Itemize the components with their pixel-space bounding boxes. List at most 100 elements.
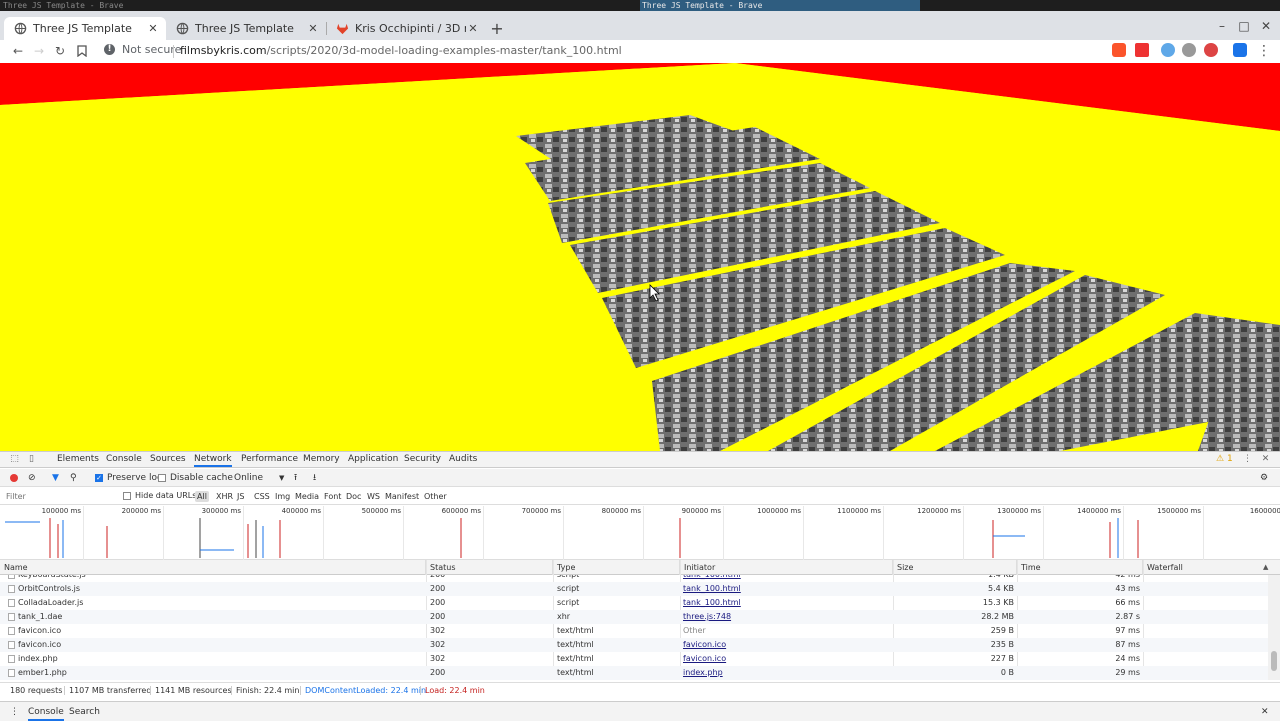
cell-initiator[interactable]: favicon.ico (683, 638, 888, 652)
security-indicator[interactable]: ! Not secure (104, 43, 181, 56)
table-scrollbar[interactable] (1268, 575, 1280, 680)
filter-type-other[interactable]: Other (422, 491, 449, 502)
cell-initiator[interactable]: tank_100.html (683, 582, 888, 596)
extension-icon[interactable] (1161, 43, 1175, 57)
hide-data-urls-checkbox[interactable]: Hide data URLs (123, 490, 196, 502)
cell-initiator[interactable]: tank_100.html (683, 596, 888, 610)
filter-type-font[interactable]: Font (322, 491, 343, 502)
filter-type-css[interactable]: CSS (252, 491, 272, 502)
column-name[interactable]: Name (0, 560, 426, 575)
throttle-select[interactable]: Online ▼ (234, 472, 284, 484)
devtools-tab-security[interactable]: Security (404, 452, 441, 467)
filter-type-js[interactable]: JS (235, 491, 246, 502)
network-request-row[interactable]: OrbitControls.js 200 script tank_100.html 5.… (0, 582, 1268, 596)
close-drawer-icon[interactable]: ✕ (1261, 705, 1269, 719)
filter-type-ws[interactable]: WS (365, 491, 382, 502)
sort-arrow-icon[interactable]: ▲ (1263, 560, 1268, 575)
filter-icon[interactable]: ▼ (52, 472, 59, 484)
close-tab-icon[interactable]: ✕ (146, 22, 160, 35)
column-type[interactable]: Type (553, 560, 680, 575)
network-overview[interactable]: 100000 ms 200000 ms 300000 ms 400000 ms 5000… (0, 506, 1280, 560)
column-status[interactable]: Status (426, 560, 553, 575)
cell-type: text/html (557, 668, 594, 677)
devtools-tab-memory[interactable]: Memory (303, 452, 340, 467)
brave-shields-icon[interactable] (1112, 43, 1126, 57)
clear-icon[interactable]: ⊘ (28, 472, 36, 484)
cell-type: text/html (557, 654, 594, 663)
devtools-tab-console[interactable]: Console (106, 452, 142, 467)
url-field[interactable]: filmsbykris.com/scripts/2020/3d-model-lo… (180, 43, 622, 59)
drawer-tab-search[interactable]: Search (69, 705, 100, 719)
filter-type-all[interactable]: All (195, 491, 209, 502)
preserve-log-checkbox[interactable]: ✓ Preserve log (95, 472, 163, 484)
network-request-row[interactable]: KeyboardState.js 200 script tank_100.html 1.… (0, 575, 1268, 582)
filter-type-doc[interactable]: Doc (344, 491, 363, 502)
extension-icon[interactable] (1204, 43, 1218, 57)
cell-type: script (557, 575, 677, 582)
warning-count-value: 1 (1226, 454, 1233, 464)
new-tab-button[interactable]: + (489, 19, 505, 38)
close-window-icon[interactable]: ✕ (1256, 19, 1276, 33)
brave-rewards-icon[interactable] (1135, 43, 1149, 57)
cell-name: favicon.ico (18, 626, 62, 635)
back-arrow-icon[interactable]: ← (10, 43, 26, 59)
cell-initiator[interactable]: tank_100.html (683, 575, 888, 582)
maximize-icon[interactable]: □ (1234, 19, 1254, 33)
network-request-row[interactable]: ColladaLoader.js 200 script tank_100.html 15… (0, 596, 1268, 610)
browser-tab-3[interactable]: Kris Occhipinti / 3D model lo ✕ (326, 17, 486, 40)
extension-icon[interactable] (1182, 43, 1196, 57)
devtools-menu-icon[interactable]: ⋮ (1242, 454, 1253, 465)
cell-status: 200 (430, 668, 446, 677)
record-icon[interactable] (10, 474, 18, 482)
cell-initiator[interactable]: favicon.ico (683, 652, 888, 666)
filter-input[interactable] (6, 490, 116, 503)
filter-type-xhr[interactable]: XHR (214, 491, 235, 502)
reload-icon[interactable]: ↻ (52, 43, 68, 59)
network-request-row[interactable]: favicon.ico 302 text/html Other 259 B 97 ms (0, 624, 1268, 638)
cell-initiator[interactable]: three.js:748 (683, 610, 888, 624)
devtools-tab-performance[interactable]: Performance (241, 452, 298, 467)
close-tab-icon[interactable]: ✕ (306, 22, 320, 35)
network-request-row[interactable]: favicon.ico 302 text/html favicon.ico 235 B 8… (0, 638, 1268, 652)
browser-tab-2[interactable]: Three JS Template ✕ (166, 17, 326, 40)
cell-initiator[interactable]: index.php (683, 666, 888, 680)
network-request-row[interactable]: tank_1.dae 200 xhr three.js:748 28.2 MB 2.87 … (0, 610, 1268, 624)
drawer-tab-console[interactable]: Console (28, 705, 64, 721)
filter-type-manifest[interactable]: Manifest (383, 491, 421, 502)
minimize-icon[interactable]: – (1212, 19, 1232, 33)
filter-type-media[interactable]: Media (293, 491, 321, 502)
extension-icon[interactable] (1233, 43, 1247, 57)
devtools-tab-audits[interactable]: Audits (449, 452, 477, 467)
cell-time: 87 ms (1115, 640, 1140, 649)
column-initiator[interactable]: Initiator (680, 560, 893, 575)
inspect-element-icon[interactable]: ⬚ (9, 454, 20, 465)
scrollbar-thumb[interactable] (1271, 651, 1277, 671)
column-size[interactable]: Size (893, 560, 1017, 575)
search-icon[interactable]: ⚲ (70, 472, 77, 484)
browser-tab-1[interactable]: Three JS Template ✕ (4, 17, 166, 40)
disable-cache-checkbox[interactable]: Disable cache (158, 472, 233, 484)
column-time[interactable]: Time (1017, 560, 1143, 575)
device-toolbar-icon[interactable]: ▯ (26, 454, 37, 465)
network-request-row[interactable]: index.php 302 text/html favicon.ico 227 B 24 … (0, 652, 1268, 666)
drawer-menu-icon[interactable]: ⋮ (10, 705, 19, 719)
bookmark-icon[interactable] (74, 43, 90, 59)
menu-icon[interactable]: ⋮ (1256, 43, 1272, 59)
devtools-tab-network[interactable]: Network (194, 452, 232, 467)
column-waterfall[interactable]: Waterfall (1143, 560, 1280, 575)
import-har-icon[interactable]: ⭱ (294, 472, 297, 484)
close-tab-icon[interactable]: ✕ (466, 22, 480, 35)
filter-type-img[interactable]: Img (273, 491, 292, 502)
export-har-icon[interactable]: ⭳ (313, 472, 316, 484)
forward-arrow-icon[interactable]: → (31, 43, 47, 59)
devtools-tab-sources[interactable]: Sources (150, 452, 186, 467)
globe-icon (14, 22, 27, 35)
warning-count[interactable]: ⚠ 1 (1216, 452, 1233, 467)
close-devtools-icon[interactable]: ✕ (1260, 454, 1271, 465)
devtools-tab-elements[interactable]: Elements (57, 452, 99, 467)
summary-finish: Finish: 22.4 min (236, 686, 300, 695)
gear-icon[interactable]: ⚙ (1260, 472, 1268, 484)
network-request-row[interactable]: ember1.php 200 text/html index.php 0 B 29 ms (0, 666, 1268, 680)
devtools-tab-application[interactable]: Application (348, 452, 398, 467)
threejs-canvas[interactable] (0, 63, 1280, 451)
